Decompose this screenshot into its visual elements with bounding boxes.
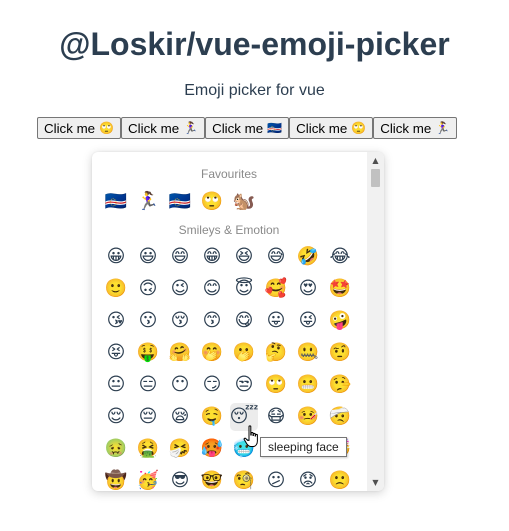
page: @Loskir/vue-emoji-picker Emoji picker fo… — [0, 0, 509, 531]
smiley-emoji[interactable]: 😂 — [326, 243, 354, 271]
button-emoji: 🙄 — [351, 121, 367, 135]
smiley-emoji[interactable]: 🤣 — [294, 243, 322, 271]
smiley-emoji[interactable]: 😷 — [262, 403, 290, 431]
click-me-button-3[interactable]: Click me 🇨🇻 — [205, 117, 290, 139]
smiley-emoji[interactable]: 😀 — [102, 243, 130, 271]
smiley-emoji[interactable]: 🤨 — [326, 339, 354, 367]
button-emoji: 🙄 — [99, 121, 115, 135]
button-emoji: 🏃‍♀️ — [435, 121, 451, 135]
smiley-emoji[interactable]: 🤓 — [198, 467, 226, 491]
smiley-emoji[interactable]: 😘 — [102, 307, 130, 335]
smiley-emoji[interactable]: 😌 — [102, 403, 130, 431]
button-label: Click me — [128, 120, 180, 136]
smiley-emoji[interactable]: 🤠 — [102, 467, 130, 491]
click-me-button-4[interactable]: Click me 🙄 — [289, 117, 374, 139]
smiley-emoji[interactable]: 😒 — [230, 371, 258, 399]
smiley-emoji[interactable]: 🤪 — [326, 307, 354, 335]
button-label: Click me — [212, 120, 264, 136]
smiley-emoji[interactable]: 🤧 — [166, 435, 194, 463]
favourites-title: Favourites — [200, 167, 258, 181]
smiley-emoji[interactable]: 🤮 — [134, 435, 162, 463]
emoji-tooltip: sleeping face — [260, 437, 347, 457]
button-label: Click me — [380, 120, 432, 136]
smileys-title: Smileys & Emotion — [178, 223, 280, 237]
smiley-emoji[interactable]: 🙄 — [262, 371, 290, 399]
smiley-emoji[interactable]: 😅 — [262, 243, 290, 271]
smiley-emoji[interactable]: 🤐 — [294, 339, 322, 367]
smiley-emoji[interactable]: 😏 — [198, 371, 226, 399]
button-emoji: 🏃‍♀️ — [183, 121, 199, 135]
button-label: Click me — [44, 120, 96, 136]
smiley-emoji[interactable]: 🥳 — [134, 467, 162, 491]
smiley-emoji[interactable]: 😪 — [166, 403, 194, 431]
smiley-emoji[interactable]: 😜 — [294, 307, 322, 335]
smiley-emoji[interactable]: 🥵 — [198, 435, 226, 463]
smiley-emoji[interactable]: 🤒 — [294, 403, 322, 431]
smiley-emoji[interactable]: 😋 — [230, 307, 258, 335]
smiley-emoji[interactable]: 🤕 — [326, 403, 354, 431]
smiley-emoji[interactable]: 😄 — [166, 243, 194, 271]
smiley-emoji[interactable]: 😁 — [198, 243, 226, 271]
smiley-emoji[interactable]: 🙃 — [134, 275, 162, 303]
smiley-emoji[interactable]: 🥰 — [262, 275, 290, 303]
smiley-emoji[interactable]: 🙂 — [102, 275, 130, 303]
favourite-emoji[interactable]: 🇨🇻 — [102, 188, 130, 216]
smiley-emoji[interactable]: 😎 — [166, 467, 194, 491]
smiley-emoji[interactable]: 🤩 — [326, 275, 354, 303]
smiley-emoji[interactable]: 😬 — [294, 371, 322, 399]
smiley-emoji[interactable]: 😕 — [262, 467, 290, 491]
smiley-emoji[interactable]: 😔 — [134, 403, 162, 431]
click-me-button-5[interactable]: Click me 🏃‍♀️ — [373, 117, 458, 139]
favourite-emoji[interactable]: 🐿️ — [230, 188, 258, 216]
smiley-emoji[interactable]: 😃 — [134, 243, 162, 271]
smiley-emoji[interactable]: 🤭 — [198, 339, 226, 367]
smiley-emoji[interactable]: 🤑 — [134, 339, 162, 367]
favourite-emoji[interactable]: 🙄 — [198, 188, 226, 216]
smiley-emoji[interactable]: 🤢 — [102, 435, 130, 463]
scroll-thumb[interactable] — [371, 169, 380, 187]
page-subtitle: Emoji picker for vue — [184, 82, 325, 99]
smiley-emoji[interactable]: 😟 — [294, 467, 322, 491]
smiley-emoji[interactable]: 🙁 — [326, 467, 354, 491]
click-me-button-2[interactable]: Click me 🏃‍♀️ — [121, 117, 206, 139]
smiley-emoji[interactable]: 😝 — [102, 339, 130, 367]
smiley-emoji[interactable]: 😶 — [166, 371, 194, 399]
smiley-emoji[interactable]: 😊 — [198, 275, 226, 303]
smiley-emoji[interactable]: 😉 — [166, 275, 194, 303]
favourite-emoji[interactable]: 🏃‍♀️ — [134, 188, 162, 216]
smiley-emoji[interactable]: 😚 — [166, 307, 194, 335]
smiley-emoji[interactable]: 😍 — [294, 275, 322, 303]
favourite-emoji[interactable]: 🇨🇻 — [166, 188, 194, 216]
smiley-emoji[interactable]: 🧐 — [230, 467, 258, 491]
smiley-emoji[interactable]: 🤗 — [166, 339, 194, 367]
scroll-down-icon[interactable]: ▼ — [367, 474, 384, 491]
smiley-emoji[interactable]: 😛 — [262, 307, 290, 335]
smiley-emoji[interactable]: 😗 — [134, 307, 162, 335]
smiley-emoji[interactable]: 😑 — [134, 371, 162, 399]
smiley-emoji[interactable]: 🫢 — [230, 339, 258, 367]
smiley-emoji[interactable]: 🤔 — [262, 339, 290, 367]
smiley-emoji[interactable]: 🤤 — [198, 403, 226, 431]
smiley-emoji[interactable]: 😐 — [102, 371, 130, 399]
click-me-button-1[interactable]: Click me 🙄 — [37, 117, 122, 139]
button-row: Click me 🙄 Click me 🏃‍♀️ Click me 🇨🇻 Click me 🙄… — [37, 117, 458, 139]
button-emoji: 🇨🇻 — [267, 121, 283, 135]
smiley-emoji[interactable]: 😙 — [198, 307, 226, 335]
smiley-emoji[interactable]: 😆 — [230, 243, 258, 271]
smiley-emoji[interactable]: 🤥 — [326, 371, 354, 399]
smiley-emoji[interactable]: 😇 — [230, 275, 258, 303]
button-label: Click me — [296, 120, 348, 136]
page-title: @Loskir/vue-emoji-picker — [59, 26, 450, 62]
hand-pointer-icon — [243, 425, 258, 447]
picker-scrollbar[interactable]: ▲ ▼ — [367, 152, 384, 491]
scroll-up-icon[interactable]: ▲ — [367, 152, 384, 169]
